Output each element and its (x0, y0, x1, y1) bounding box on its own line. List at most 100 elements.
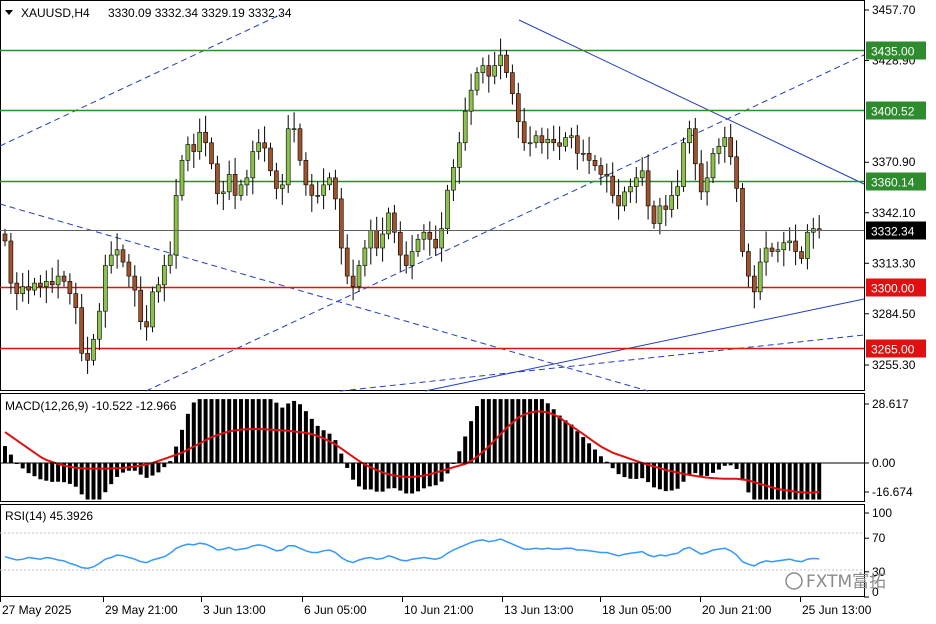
macd-histogram (3, 399, 822, 500)
macd-bar (197, 399, 202, 463)
candle-body (415, 238, 421, 252)
candle (539, 127, 545, 154)
candle-body (439, 228, 444, 249)
candle (669, 181, 675, 218)
candle-body (604, 174, 610, 177)
macd-bar (280, 407, 285, 463)
candle-body (492, 65, 498, 77)
macd-bar (156, 463, 161, 473)
macd-bar (740, 463, 745, 481)
candle (221, 181, 226, 211)
candle (185, 136, 191, 172)
trendlines (0, 13, 865, 392)
macd-bar (185, 413, 190, 463)
candle-body (291, 128, 297, 131)
candle (515, 82, 521, 139)
candle (663, 195, 669, 226)
macd-tick-label-2: -16.674 (872, 485, 913, 499)
candle-body (43, 281, 49, 287)
macd-bar (817, 463, 822, 500)
macd-bar (811, 463, 816, 500)
candle-body (716, 145, 722, 154)
macd-bar (528, 399, 533, 463)
symbol-label: XAUUSD,H4 (21, 6, 90, 20)
macd-bar (622, 463, 627, 478)
candle (8, 232, 14, 294)
macd-tick-label-1: 0.00 (872, 456, 896, 470)
candle (687, 120, 692, 154)
candle (439, 212, 444, 262)
macd-bar (109, 463, 114, 485)
macd-bar (628, 463, 633, 479)
macd-bar (203, 399, 208, 463)
candle-body (327, 177, 332, 186)
candle (816, 215, 822, 239)
price-tick-label-6: 3255.30 (872, 358, 916, 372)
candle (799, 246, 804, 264)
candle-body (179, 160, 185, 196)
macd-bar (716, 463, 721, 470)
macd-bar (699, 463, 704, 476)
candle-body (598, 165, 604, 175)
candle (103, 254, 108, 328)
candle-body (26, 286, 31, 291)
time-tick-label-4: 10 Jun 21:00 (404, 603, 474, 617)
candle-body (150, 291, 155, 328)
candle-body (445, 189, 450, 230)
macd-bar (362, 463, 367, 490)
candle-body (197, 131, 202, 152)
candle-body (698, 163, 704, 193)
candle-body (215, 163, 220, 194)
macd-bar (44, 463, 49, 481)
candle-body (728, 137, 734, 158)
candle-body (539, 135, 545, 144)
macd-bar (3, 445, 7, 463)
candle-body (356, 265, 362, 287)
candle-body (350, 275, 356, 287)
candle-body (120, 249, 126, 263)
candle-body (144, 321, 149, 328)
candle (692, 117, 698, 181)
candle (2, 228, 8, 247)
candle (197, 118, 202, 160)
candle-body (622, 191, 627, 207)
candle (167, 241, 173, 274)
candle (474, 67, 480, 96)
candle (781, 231, 787, 267)
candle (675, 170, 680, 210)
candle (421, 224, 427, 251)
candle (563, 132, 568, 152)
candle-body (521, 121, 527, 144)
candle (333, 169, 338, 210)
candle (285, 115, 291, 193)
macd-bar (610, 463, 615, 469)
candle (162, 254, 167, 302)
candle (209, 137, 214, 170)
candle (279, 173, 285, 205)
trendline-falling-solid (518, 19, 865, 185)
candle (173, 178, 179, 269)
candle-body (8, 240, 14, 284)
candle-body (49, 281, 55, 286)
macd-bar (38, 463, 43, 480)
candle-body (787, 240, 793, 244)
candle (350, 259, 356, 301)
candle (527, 126, 533, 157)
macd-bar (32, 463, 37, 477)
symbol-dropdown-icon[interactable] (5, 10, 13, 15)
candle-body (256, 142, 262, 152)
candle (32, 277, 37, 296)
candle (120, 244, 126, 268)
candle (374, 216, 380, 257)
macd-bar (551, 409, 556, 463)
time-axis: 27 May 2025 29 May 21:00 3 Jun 13:00 6 Jun … (0, 597, 872, 617)
candle (26, 270, 31, 304)
candle-body (746, 251, 751, 277)
candle (557, 126, 562, 160)
candle-body (740, 188, 745, 252)
candle (126, 253, 132, 287)
candle-body (138, 289, 143, 322)
candle-body (781, 242, 787, 251)
macd-bar (303, 411, 308, 463)
candle (238, 179, 244, 201)
